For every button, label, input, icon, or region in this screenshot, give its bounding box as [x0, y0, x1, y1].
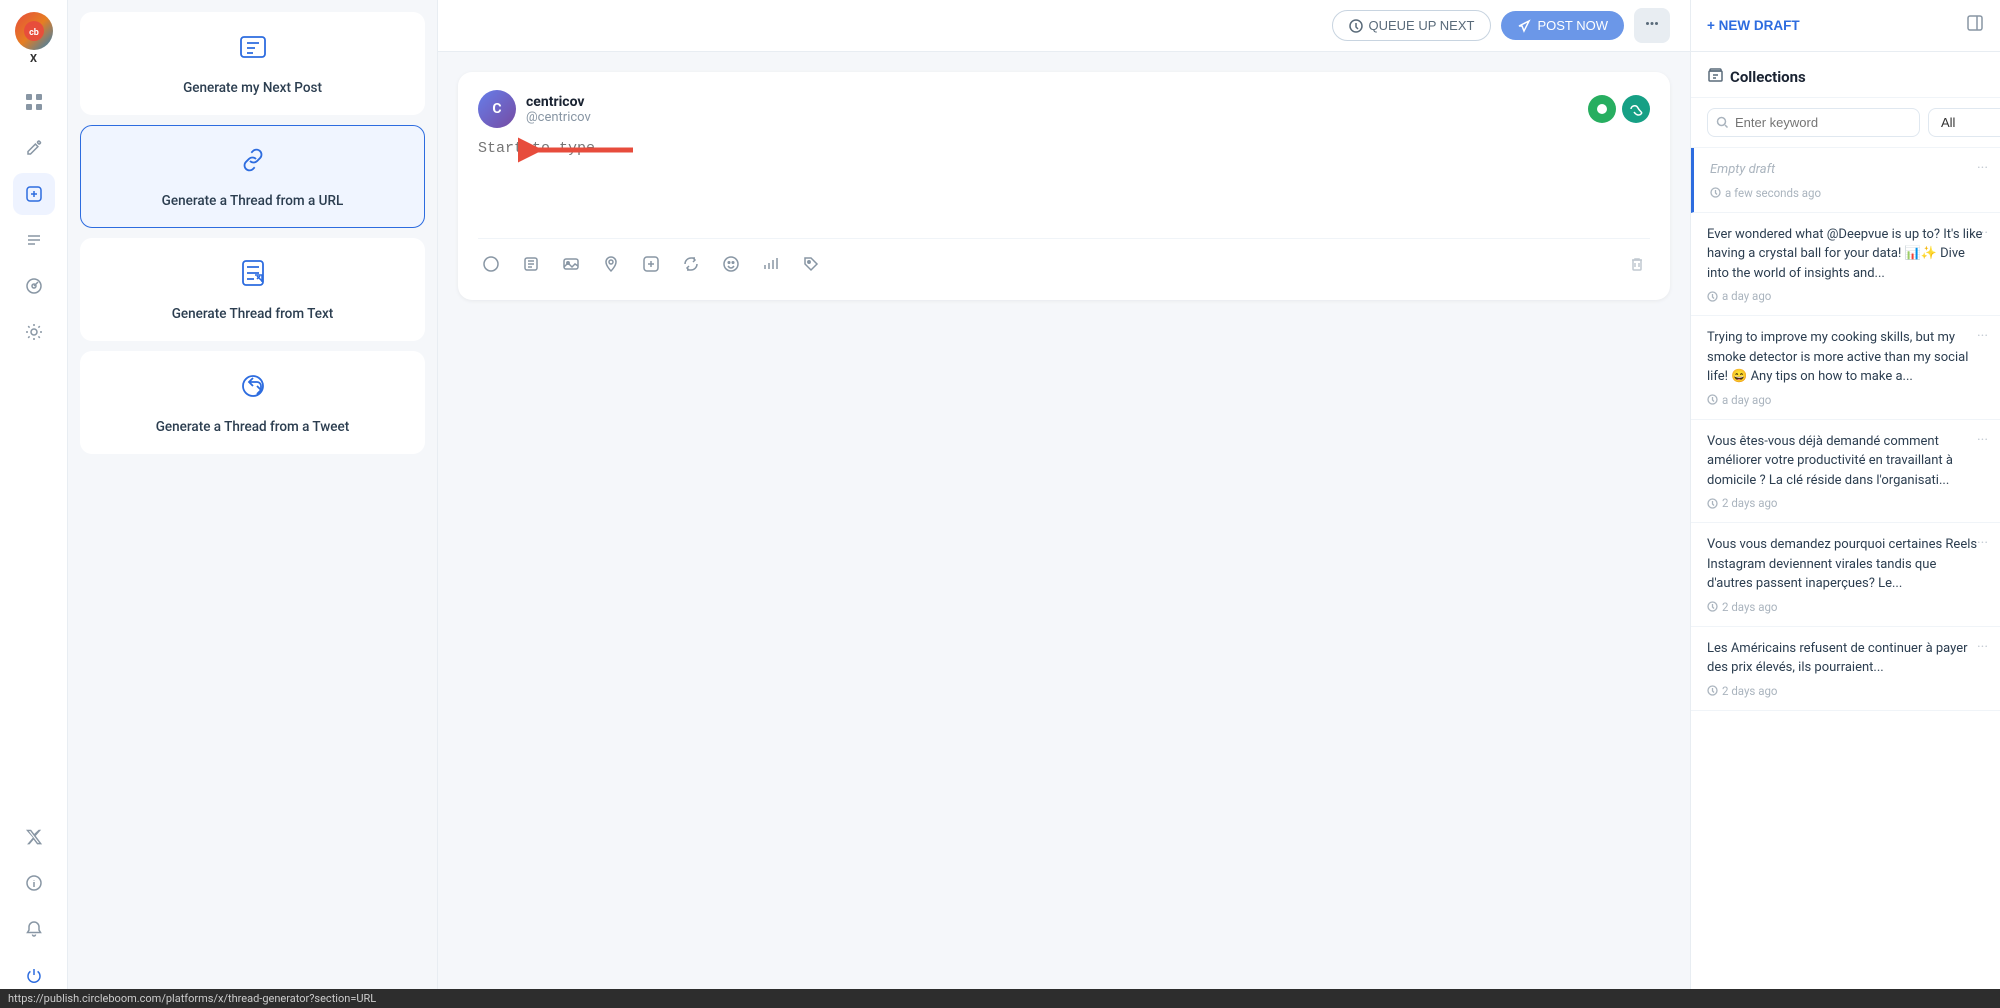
logo-x-label: X	[30, 52, 37, 65]
delete-icon[interactable]	[1624, 251, 1650, 282]
logo-area: cb X	[15, 12, 53, 65]
collections-label: Collections	[1730, 68, 1806, 86]
sidebar-item-info[interactable]	[13, 862, 55, 904]
status-bar: https://publish.circleboom.com/platforms…	[0, 989, 2000, 1008]
draft-item-text: Empty draft	[1710, 160, 1984, 180]
draft-item-empty[interactable]: Empty draft a few seconds ago ···	[1691, 148, 2000, 213]
thread-text-label: Generate Thread from Text	[172, 306, 334, 322]
collections-header: Collections	[1691, 52, 2000, 98]
keyword-search-input[interactable]	[1735, 115, 1911, 130]
tweet-header: C centricov @centricov	[478, 90, 1650, 128]
collections-icon	[1707, 66, 1724, 87]
post-now-button[interactable]: POST NOW	[1501, 11, 1624, 40]
search-box	[1707, 108, 1920, 137]
thread-url-label: Generate a Thread from a URL	[162, 193, 344, 209]
tag-icon[interactable]	[798, 251, 824, 282]
clock-icon	[1710, 187, 1721, 198]
draft-more-button[interactable]: ···	[1977, 328, 1988, 344]
main-content: QUEUE UP NEXT POST NOW C centricov @cent…	[438, 0, 1690, 1008]
draft-item-text: Les Américains refusent de continuer à p…	[1707, 639, 1984, 678]
draft-item-productivite[interactable]: Vous êtes-vous déjà demandé comment amél…	[1691, 420, 2000, 524]
drafts-list: Empty draft a few seconds ago ··· Ever w…	[1691, 148, 2000, 1008]
draft-item-deepvue[interactable]: Ever wondered what @Deepvue is up to? It…	[1691, 213, 2000, 317]
draft-item-reels[interactable]: Vous vous demandez pourquoi certaines Re…	[1691, 523, 2000, 627]
user-info: centricov @centricov	[526, 94, 591, 125]
ai-compose-icon[interactable]	[638, 251, 664, 282]
image-icon[interactable]	[558, 251, 584, 282]
draft-item-cooking[interactable]: Trying to improve my cooking skills, but…	[1691, 316, 2000, 420]
draft-item-text: Vous vous demandez pourquoi certaines Re…	[1707, 535, 1984, 594]
draft-more-button[interactable]: ···	[1977, 639, 1988, 655]
draft-item-text: Trying to improve my cooking skills, but…	[1707, 328, 1984, 387]
status-url: https://publish.circleboom.com/platforms…	[8, 992, 376, 1005]
clock-icon	[1707, 291, 1718, 302]
sidebar-left: cb X	[0, 0, 68, 1008]
sidebar-bottom	[13, 816, 55, 996]
draft-item-time: a day ago	[1707, 289, 1984, 303]
ai-tools-panel: Generate my Next Post Generate a Thread …	[68, 0, 438, 1008]
clock-icon	[1707, 601, 1718, 612]
compose-textarea[interactable]	[478, 140, 1650, 220]
username: centricov	[526, 94, 591, 110]
next-post-icon	[237, 31, 269, 70]
new-draft-button[interactable]: + NEW DRAFT	[1707, 18, 1800, 33]
clock-icon	[1707, 394, 1718, 405]
panel-toggle-button[interactable]	[1966, 14, 1984, 37]
ai-card-next-post[interactable]: Generate my Next Post	[80, 12, 425, 115]
clock-icon	[1707, 685, 1718, 696]
user-handle: @centricov	[526, 110, 591, 125]
ai-card-thread-text[interactable]: Generate Thread from Text	[80, 238, 425, 341]
draft-item-time: 2 days ago	[1707, 496, 1984, 510]
poll-icon[interactable]	[758, 251, 784, 282]
search-icon	[1716, 116, 1729, 129]
avatar: C	[478, 90, 516, 128]
filter-select[interactable]: All Drafts Scheduled Published	[1928, 108, 2000, 137]
emoji-icon[interactable]	[718, 251, 744, 282]
clock-icon	[1707, 498, 1718, 509]
draft-item-time: 2 days ago	[1707, 684, 1984, 698]
editor-body: C centricov @centricov	[438, 52, 1690, 1008]
draft-more-button[interactable]: ···	[1977, 535, 1988, 551]
tweet-toolbar	[478, 238, 1650, 282]
sidebar-item-ai[interactable]	[13, 173, 55, 215]
top-toolbar: QUEUE UP NEXT POST NOW	[438, 0, 1690, 52]
thread-text-icon	[237, 257, 269, 296]
next-post-label: Generate my Next Post	[183, 80, 322, 96]
logo-icon: cb	[15, 12, 53, 50]
draft-item-americains[interactable]: Les Américains refusent de continuer à p…	[1691, 627, 2000, 711]
ai-card-thread-tweet[interactable]: Generate a Thread from a Tweet	[80, 351, 425, 454]
queue-up-next-button[interactable]: QUEUE UP NEXT	[1332, 10, 1492, 41]
ai-icon-green	[1588, 95, 1616, 123]
thread-icon[interactable]	[518, 251, 544, 282]
sidebar-item-twitter[interactable]	[13, 816, 55, 858]
thread-tweet-label: Generate a Thread from a Tweet	[156, 419, 350, 435]
sidebar-item-settings[interactable]	[13, 311, 55, 353]
draft-item-time: 2 days ago	[1707, 600, 1984, 614]
ai-card-thread-url[interactable]: Generate a Thread from a URL	[80, 125, 425, 228]
draft-item-time: a few seconds ago	[1710, 186, 1984, 200]
search-filter-row: All Drafts Scheduled Published	[1691, 98, 2000, 148]
location-icon[interactable]	[598, 251, 624, 282]
repeat-icon[interactable]	[678, 251, 704, 282]
draft-more-button[interactable]: ···	[1977, 160, 1988, 176]
draft-item-time: a day ago	[1707, 393, 1984, 407]
draft-more-button[interactable]: ···	[1977, 225, 1988, 241]
sidebar-item-compose[interactable]	[13, 127, 55, 169]
bullet-icon[interactable]	[478, 251, 504, 282]
draft-more-button[interactable]: ···	[1977, 432, 1988, 448]
ai-icon-teal	[1622, 95, 1650, 123]
sidebar-item-notifications[interactable]	[13, 908, 55, 950]
thread-url-icon	[237, 144, 269, 183]
more-options-button[interactable]	[1634, 8, 1670, 43]
draft-item-text: Ever wondered what @Deepvue is up to? It…	[1707, 225, 1984, 284]
sidebar-item-dashboard[interactable]	[13, 81, 55, 123]
thread-tweet-icon	[237, 370, 269, 409]
right-panel-header: + NEW DRAFT	[1691, 0, 2000, 52]
svg-text:cb: cb	[29, 28, 39, 38]
tweet-compose-area: C centricov @centricov	[458, 72, 1670, 300]
draft-item-text: Vous êtes-vous déjà demandé comment amél…	[1707, 432, 1984, 491]
sidebar-item-analytics[interactable]	[13, 265, 55, 307]
sidebar-item-feeds[interactable]	[13, 219, 55, 261]
right-panel: + NEW DRAFT Collections All Drafts Sched…	[1690, 0, 2000, 1008]
